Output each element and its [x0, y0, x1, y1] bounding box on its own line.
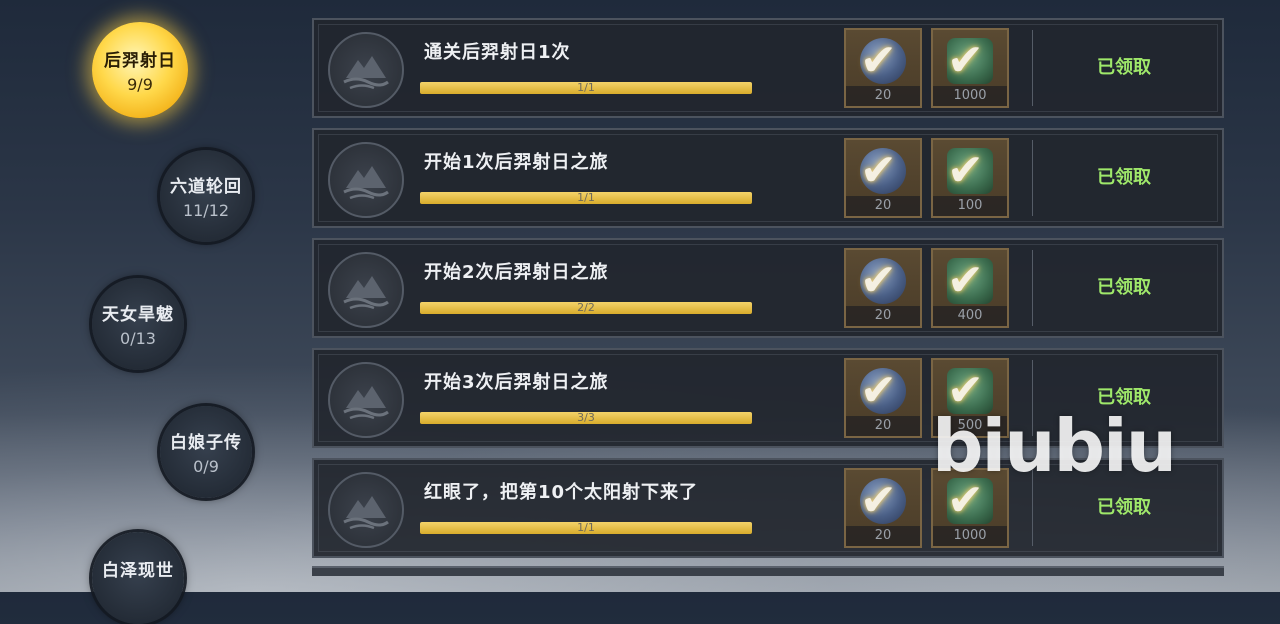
reward-item[interactable]: ✔ 20: [844, 138, 922, 218]
chapter-progress: 0/9: [193, 457, 219, 476]
progress-text: 2/2: [577, 301, 595, 314]
check-icon: ✔: [860, 35, 897, 86]
reward-item[interactable]: ✔ 400: [931, 248, 1009, 328]
chapter-name: 白娘子传: [170, 433, 242, 453]
reward-qty: 20: [846, 306, 920, 326]
reward-qty: 20: [846, 196, 920, 216]
check-icon: ✔: [860, 255, 897, 306]
chapter-name: 后羿射日: [104, 51, 176, 71]
task-title: 开始2次后羿射日之旅: [424, 262, 609, 283]
check-icon: ✔: [860, 365, 897, 416]
task-title: 通关后羿射日1次: [424, 42, 571, 63]
reward-qty: 20: [846, 86, 920, 106]
divider: [1032, 140, 1033, 216]
list-scroll-edge: [312, 566, 1224, 576]
task-title: 红眼了，把第10个太阳射下来了: [424, 482, 699, 503]
reward-item[interactable]: ✔ 20: [844, 28, 922, 108]
chapter-item-tiannv[interactable]: 天女旱魃 0/13: [92, 278, 184, 370]
check-icon: ✔: [947, 145, 984, 196]
chapter-progress: 11/12: [182, 201, 230, 220]
mountain-emblem-icon: [328, 472, 404, 548]
task-row: 开始1次后羿射日之旅 1/1 ✔ 20 ✔ 100 已领取: [312, 128, 1224, 228]
task-title: 开始1次后羿射日之旅: [424, 152, 609, 173]
reward-qty: 100: [933, 196, 1007, 216]
reward-item[interactable]: ✔ 20: [844, 468, 922, 548]
reward-qty: 400: [933, 306, 1007, 326]
task-title: 开始3次后羿射日之旅: [424, 372, 609, 393]
chapter-name: 白泽现世: [102, 561, 174, 581]
reward-qty: 20: [846, 526, 920, 546]
chapter-name: 六道轮回: [170, 177, 242, 197]
claim-status[interactable]: 已领取: [1034, 20, 1214, 116]
reward-item[interactable]: ✔ 20: [844, 358, 922, 438]
mountain-emblem-icon: [328, 362, 404, 438]
chapter-item-liudao[interactable]: 六道轮回 11/12: [160, 150, 252, 242]
watermark: biubiu: [932, 404, 1177, 488]
task-row: 开始2次后羿射日之旅 2/2 ✔ 20 ✔ 400 已领取: [312, 238, 1224, 338]
progress-text: 1/1: [577, 521, 595, 534]
check-icon: ✔: [947, 255, 984, 306]
chapter-item-houyi[interactable]: 后羿射日 9/9: [92, 22, 188, 118]
reward-qty: 20: [846, 416, 920, 436]
reward-item[interactable]: ✔ 20: [844, 248, 922, 328]
check-icon: ✔: [947, 35, 984, 86]
check-icon: ✔: [860, 475, 897, 526]
divider: [1032, 30, 1033, 106]
chapter-progress: 0/13: [120, 329, 156, 348]
task-row: 通关后羿射日1次 1/1 ✔ 20 ✔ 1000 已领取: [312, 18, 1224, 118]
claim-status[interactable]: 已领取: [1034, 130, 1214, 226]
reward-qty: 1000: [933, 86, 1007, 106]
mountain-emblem-icon: [328, 252, 404, 328]
reward-qty: 1000: [933, 526, 1007, 546]
chapter-progress: 9/9: [127, 75, 153, 94]
reward-item[interactable]: ✔ 1000: [931, 28, 1009, 108]
claim-status[interactable]: 已领取: [1034, 240, 1214, 336]
progress-text: 1/1: [577, 81, 595, 94]
reward-item[interactable]: ✔ 100: [931, 138, 1009, 218]
chapter-name: 天女旱魃: [102, 305, 174, 325]
mountain-emblem-icon: [328, 142, 404, 218]
check-icon: ✔: [860, 145, 897, 196]
mountain-emblem-icon: [328, 32, 404, 108]
progress-text: 3/3: [577, 411, 595, 424]
chapter-item-baize[interactable]: 白泽现世: [92, 532, 184, 624]
divider: [1032, 250, 1033, 326]
progress-text: 1/1: [577, 191, 595, 204]
chapter-item-bainiangzi[interactable]: 白娘子传 0/9: [160, 406, 252, 498]
